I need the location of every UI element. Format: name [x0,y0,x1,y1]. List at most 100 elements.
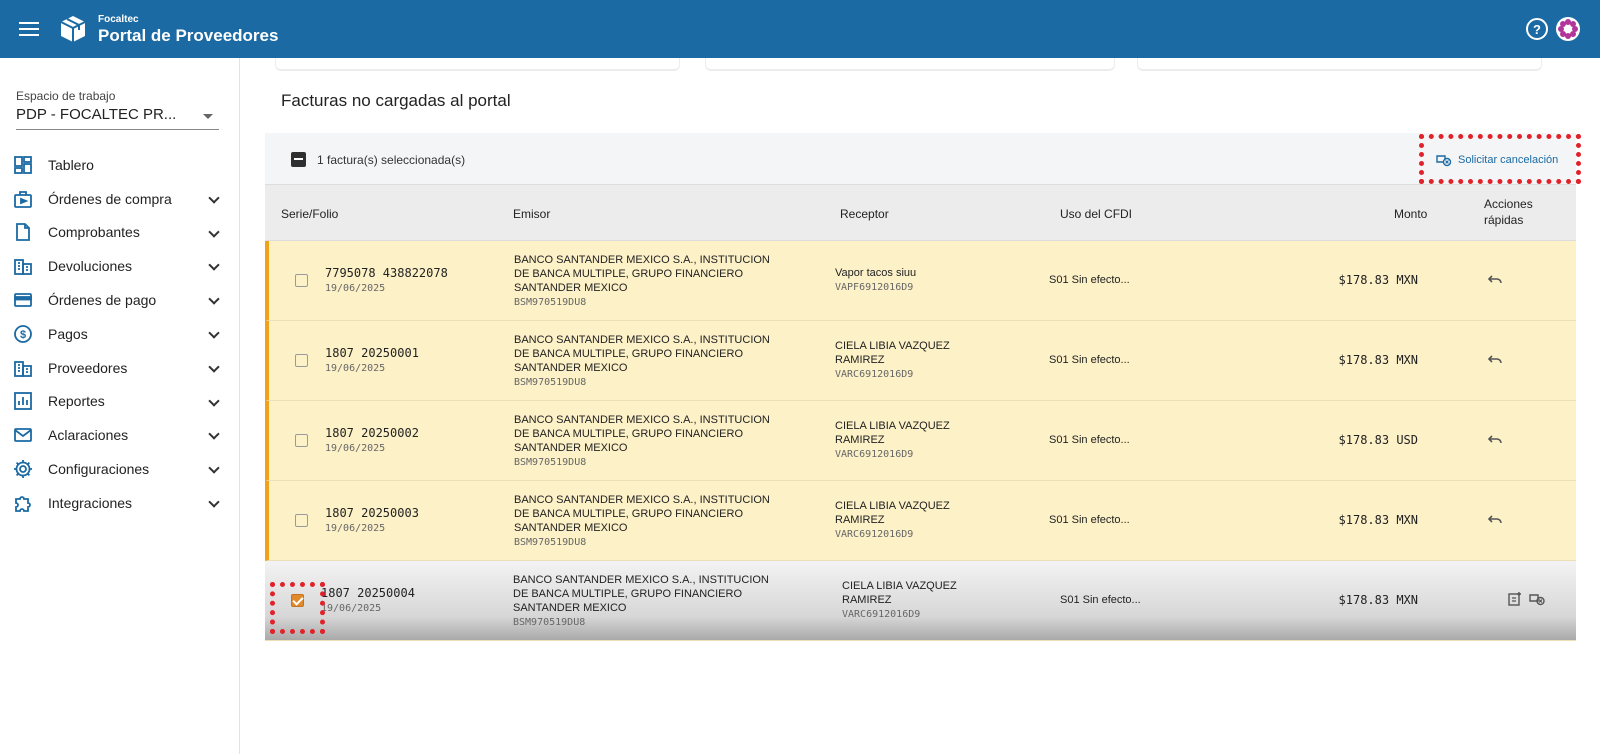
emisor-line: SANTANDER MEXICO [513,602,627,614]
buildings-icon [12,255,34,277]
workspace-value: PDP - FOCALTEC PR... [16,106,177,123]
sidebar-nav: Tablero Órdenes de compra Comprobantes D… [0,148,240,520]
chevron-down-icon [208,192,220,204]
row-receptor: CIELA LIBIA VAZQUEZ RAMIREZ VARC6912016D… [835,339,1035,382]
receptor-line: RAMIREZ [835,514,885,526]
receptor-rfc: VARC6912016D9 [835,529,914,540]
column-receptor: Receptor [840,207,889,221]
sidebar-item-aclaraciones[interactable]: Aclaraciones [0,418,240,452]
buildings-icon [12,357,34,379]
chevron-down-icon [208,428,220,441]
sidebar-item-integraciones[interactable]: Integraciones [0,486,240,520]
row-checkbox[interactable] [295,434,308,447]
avatar[interactable] [1556,17,1580,41]
sidebar-item-tablero[interactable]: Tablero [0,148,240,182]
undo-icon[interactable] [1487,431,1503,452]
summary-cards-edge [265,58,1575,74]
undo-icon[interactable] [1487,351,1503,372]
truck-cancel-icon[interactable] [1529,591,1545,612]
row-checkbox[interactable] [295,354,308,367]
receptor-line: RAMIREZ [835,354,885,366]
row-uso-cfdi: S01 Sin efecto... [1049,274,1130,286]
undo-icon[interactable] [1487,271,1503,292]
sidebar-item-devoluciones[interactable]: Devoluciones [0,249,240,283]
table-row[interactable]: 7795078 438822078 19/06/2025 BANCO SANTA… [265,241,1576,321]
row-uso-cfdi: S01 Sin efecto... [1049,354,1130,366]
emisor-line: DE BANCA MULTIPLE, GRUPO FINANCIERO [514,348,744,360]
brand-title: Portal de Proveedores [98,25,279,45]
sidebar: Espacio de trabajo PDP - FOCALTEC PR... … [0,58,240,754]
document-icon [12,221,34,243]
sidebar-item-reportes[interactable]: Reportes [0,385,240,419]
sidebar-item-pagos[interactable]: $ Pagos [0,317,240,351]
sidebar-item-ordenes-compra[interactable]: Órdenes de compra [0,182,240,216]
row-date: 19/06/2025 [325,443,386,454]
top-app-bar: Focaltec Portal de Proveedores ? [0,0,1600,58]
row-folio: 1807 20250003 [325,506,419,520]
emisor-line: BANCO SANTANDER MEXICO S.A., INSTITUCION [514,254,770,266]
emisor-line: SANTANDER MEXICO [514,282,628,294]
flower-avatar-icon [1558,19,1578,39]
dollar-icon: $ [12,323,34,345]
column-acciones-rapidas: rápidas [1484,213,1524,227]
chevron-down-icon [208,496,220,508]
sidebar-item-comprobantes[interactable]: Comprobantes [0,216,240,250]
app-logo[interactable]: Focaltec Portal de Proveedores [58,14,278,44]
emisor-line: BANCO SANTANDER MEXICO S.A., INSTITUCION [514,334,770,346]
table-row-selected[interactable]: 1807 20250004 19/06/2025 BANCO SANTANDER… [265,561,1576,641]
table-row[interactable]: 1807 20250001 19/06/2025 BANCO SANTANDER… [265,321,1576,401]
sidebar-item-label: Pagos [48,325,88,342]
sidebar-item-label: Órdenes de pago [48,292,157,309]
row-emisor: BANCO SANTANDER MEXICO S.A., INSTITUCION… [514,333,804,390]
receptor-line: CIELA LIBIA VAZQUEZ [835,420,950,432]
row-folio: 1807 20250004 [321,586,415,600]
brand-company: Focaltec [98,13,139,25]
sidebar-item-label: Proveedores [48,359,128,376]
credit-card-icon [12,289,34,311]
sidebar-item-proveedores[interactable]: Proveedores [0,351,240,385]
table-row[interactable]: 1807 20250003 19/06/2025 BANCO SANTANDER… [265,481,1576,561]
undo-icon[interactable] [1487,511,1503,532]
row-receptor: Vapor tacos siuu VAPF6912016D9 [835,266,1035,295]
row-date: 19/06/2025 [321,603,382,614]
purchase-order-icon [12,188,34,210]
receptor-line: RAMIREZ [842,594,892,606]
workspace-label: Espacio de trabajo [16,89,116,103]
select-all-checkbox[interactable] [291,152,306,167]
emisor-rfc: BSM970519DU8 [514,537,587,548]
column-serie-folio: Serie/Folio [281,207,339,221]
sidebar-item-label: Tablero [48,156,94,173]
chevron-down-icon [208,327,220,339]
row-monto: $178.83 MXN [1338,273,1418,287]
column-uso-cfdi: Uso del CFDI [1060,207,1133,221]
receptor-rfc: VAPF6912016D9 [835,282,914,293]
help-icon[interactable]: ? [1526,18,1548,40]
receptor-line: CIELA LIBIA VAZQUEZ [835,500,950,512]
annotation-highlight-cancel [1419,134,1581,184]
emisor-rfc: BSM970519DU8 [513,617,586,628]
table-row[interactable]: 1807 20250002 19/06/2025 BANCO SANTANDER… [265,401,1576,481]
workspace-select[interactable]: PDP - FOCALTEC PR... [16,106,219,130]
row-uso-cfdi: S01 Sin efecto... [1049,514,1130,526]
row-uso-cfdi: S01 Sin efecto... [1060,594,1141,606]
emisor-line: BANCO SANTANDER MEXICO S.A., INSTITUCION [514,414,770,426]
sidebar-item-label: Integraciones [48,494,133,511]
sidebar-item-ordenes-pago[interactable]: Órdenes de pago [0,283,240,317]
sidebar-item-label: Órdenes de compra [48,190,172,207]
sidebar-item-configuraciones[interactable]: Configuraciones [0,452,240,486]
puzzle-icon [12,492,34,514]
receptor-rfc: VARC6912016D9 [835,369,914,380]
chevron-down-icon [208,394,220,407]
row-monto: $178.83 MXN [1338,513,1418,527]
receptor-line: CIELA LIBIA VAZQUEZ [835,340,950,352]
row-checkbox[interactable] [295,274,308,287]
sidebar-item-label: Comprobantes [48,224,140,241]
row-checkbox[interactable] [295,514,308,527]
row-uso-cfdi: S01 Sin efecto... [1049,434,1130,446]
dropdown-caret-icon [203,114,213,119]
row-folio: 7795078 438822078 [325,266,448,280]
add-document-icon[interactable] [1507,591,1523,612]
sidebar-item-label: Devoluciones [48,258,133,275]
emisor-line: SANTANDER MEXICO [514,442,628,454]
hamburger-menu-icon[interactable] [0,0,58,58]
